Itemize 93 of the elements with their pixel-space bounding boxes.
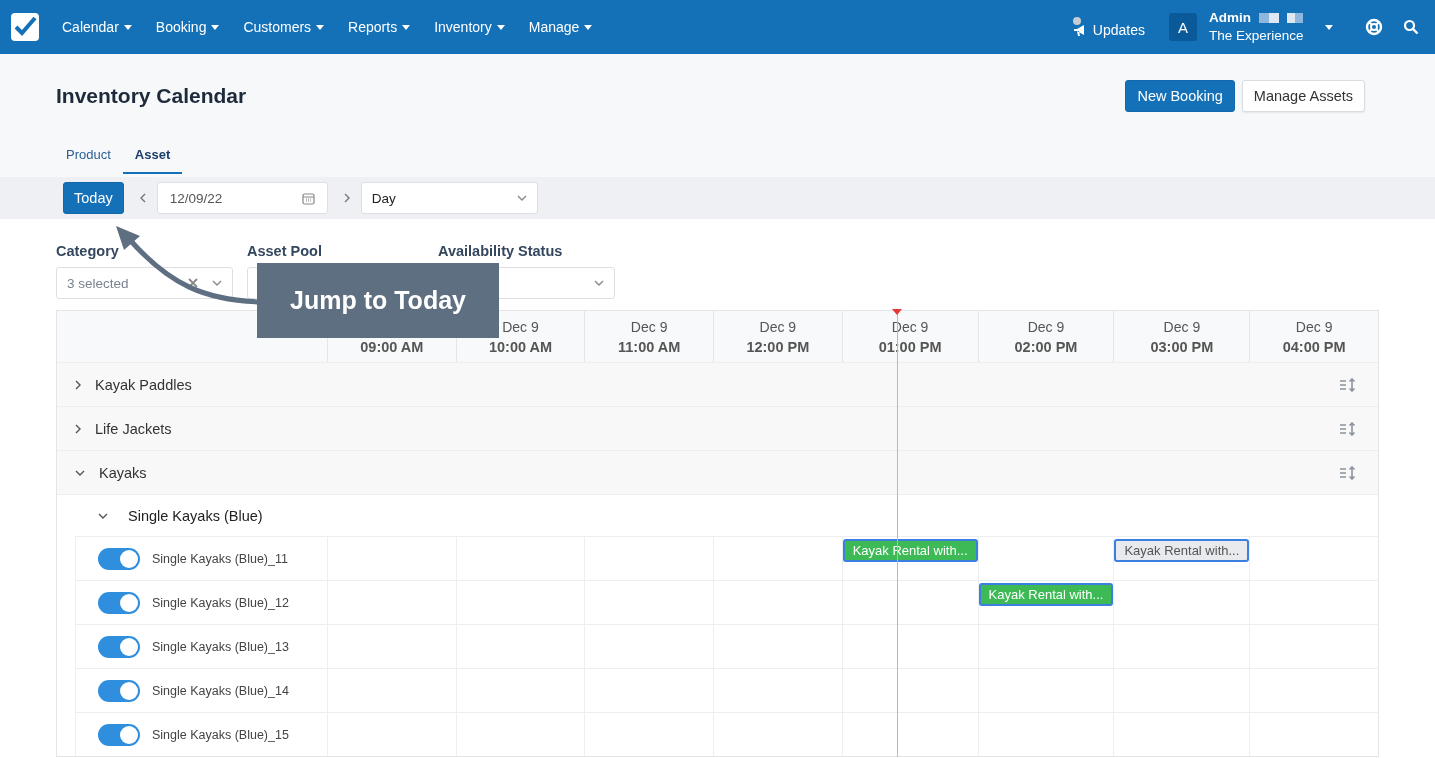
- booking-block[interactable]: Kayak Rental with...: [1114, 539, 1250, 562]
- column-time: 10:00 AM: [488, 338, 553, 355]
- nav-menu-item[interactable]: Customers: [243, 19, 325, 35]
- chevron-down-icon[interactable]: [98, 512, 108, 519]
- toggle-switch[interactable]: [98, 635, 140, 658]
- sort-icon[interactable]: [1340, 377, 1356, 392]
- avatar: A: [1169, 13, 1197, 41]
- column-time: 09:00 AM: [360, 338, 424, 355]
- view-select[interactable]: Day: [360, 182, 538, 214]
- chevron-right-icon[interactable]: [75, 379, 81, 390]
- tab[interactable]: Asset: [122, 139, 183, 174]
- search-icon[interactable]: [1403, 19, 1419, 35]
- page-title: Inventory Calendar: [56, 84, 247, 108]
- current-time-marker-icon: [892, 309, 903, 315]
- caret-icon: [211, 24, 220, 30]
- caret-icon: [496, 24, 505, 30]
- clear-icon[interactable]: [188, 278, 198, 288]
- caret-icon: [584, 24, 593, 30]
- calendar-cell[interactable]: Kayak Rental with...: [1113, 536, 1250, 580]
- nav-menu-item[interactable]: Calendar: [62, 19, 132, 35]
- today-button[interactable]: Today: [63, 182, 124, 214]
- column-time: 03:00 PM: [1150, 338, 1214, 355]
- caret-icon: [123, 24, 132, 30]
- caret-icon: [316, 24, 325, 30]
- user-name: Admin: [1209, 9, 1251, 27]
- column-date: Dec 9: [759, 318, 797, 335]
- company-name: The Experience: [1209, 27, 1304, 45]
- manage-assets-button[interactable]: Manage Assets: [1241, 80, 1365, 112]
- calendar-cell[interactable]: [1249, 624, 1378, 668]
- tab[interactable]: Product: [54, 139, 123, 174]
- column-time: 12:00 PM: [746, 338, 810, 355]
- callout-tooltip: Jump to Today: [257, 263, 499, 338]
- new-booking-button[interactable]: New Booking: [1125, 80, 1235, 112]
- chevron-down-icon: [516, 195, 527, 201]
- user-menu[interactable]: A Admin The Experience: [1169, 9, 1333, 45]
- caret-icon: [1325, 24, 1333, 30]
- asset-name: Single Kayaks (Blue)_12: [152, 595, 289, 610]
- date-field[interactable]: 12/09/22: [156, 182, 328, 214]
- updates-button[interactable]: Updates: [1071, 16, 1145, 38]
- column-time: 02:00 PM: [1014, 338, 1078, 355]
- nav-menu-item[interactable]: Manage: [528, 19, 593, 35]
- help-lifebuoy-icon[interactable]: [1365, 18, 1383, 36]
- chevron-down-icon: [212, 280, 222, 286]
- column-date: Dec 9: [502, 318, 539, 335]
- filter-label: Availability Status: [438, 243, 564, 259]
- asset-name: Single Kayaks (Blue)_13: [152, 639, 289, 654]
- calendar-cell[interactable]: [327, 712, 456, 756]
- group-row[interactable]: Kayak Paddles: [57, 362, 1378, 406]
- group-row[interactable]: Kayaks: [57, 450, 1378, 494]
- toggle-switch[interactable]: [98, 679, 140, 702]
- calendar-cell[interactable]: [1113, 712, 1250, 756]
- caret-icon: [402, 24, 411, 30]
- column-date: Dec 9: [1027, 318, 1065, 335]
- calendar-cell[interactable]: [455, 712, 585, 756]
- calendar-cell[interactable]: [713, 536, 842, 580]
- calendar-cell[interactable]: [713, 712, 842, 756]
- calendar-cell[interactable]: [977, 712, 1114, 756]
- calendar-cell[interactable]: [1113, 580, 1250, 624]
- calendar-cell[interactable]: [584, 712, 713, 756]
- sort-icon[interactable]: [1340, 465, 1356, 480]
- asset-name: Single Kayaks (Blue)_14: [152, 683, 289, 698]
- calendar-icon: [301, 191, 315, 205]
- checkmark-logo-icon[interactable]: [10, 12, 40, 42]
- sort-icon[interactable]: [1340, 421, 1356, 436]
- group-row[interactable]: Life Jackets: [57, 406, 1378, 450]
- previous-chevron-icon[interactable]: [139, 193, 146, 203]
- calendar-cell[interactable]: [1249, 712, 1378, 756]
- next-chevron-icon[interactable]: [343, 193, 350, 203]
- filter-label: Asset Pool: [247, 243, 323, 259]
- nav-menu-item[interactable]: Booking: [155, 19, 220, 35]
- asset-name: Single Kayaks (Blue)_11: [152, 551, 288, 566]
- asset-name: Single Kayaks (Blue)_15: [152, 727, 289, 742]
- column-date: Dec 9: [1163, 318, 1201, 335]
- column-time: 11:00 AM: [618, 338, 681, 355]
- column-date: Dec 9: [630, 318, 668, 335]
- column-date: Dec 9: [1295, 318, 1333, 335]
- chevron-down-icon: [594, 280, 604, 286]
- calendar-cell[interactable]: [1249, 668, 1378, 712]
- chevron-right-icon[interactable]: [75, 423, 81, 434]
- filter-label: Category: [56, 243, 120, 259]
- toggle-switch[interactable]: [98, 723, 140, 746]
- filter-select[interactable]: 3 selected: [56, 267, 233, 299]
- nav-menu-item[interactable]: Inventory: [434, 19, 505, 35]
- chevron-down-icon[interactable]: [75, 469, 85, 476]
- column-time: 01:00 PM: [878, 338, 942, 355]
- toggle-switch[interactable]: [98, 591, 140, 614]
- nav-menu-item[interactable]: Reports: [348, 19, 411, 35]
- calendar-cell[interactable]: [977, 536, 1114, 580]
- column-date: Dec 9: [891, 318, 929, 335]
- column-time: 04:00 PM: [1282, 338, 1346, 355]
- toggle-switch[interactable]: [98, 547, 140, 570]
- calendar-cell[interactable]: [1249, 536, 1378, 580]
- calendar-cell[interactable]: [1249, 580, 1378, 624]
